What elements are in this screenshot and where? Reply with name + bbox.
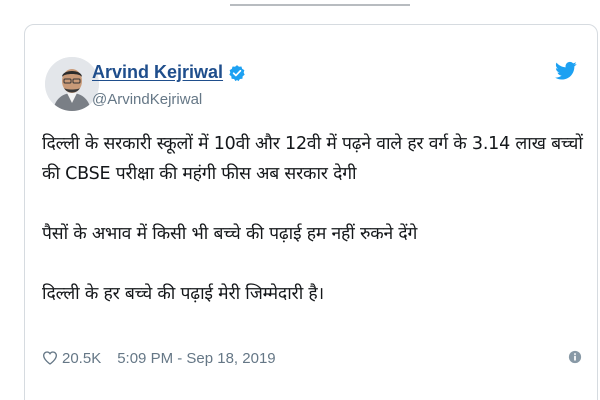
info-icon[interactable] bbox=[568, 350, 582, 364]
heart-icon[interactable] bbox=[42, 350, 58, 366]
page: Arvind Kejriwal @ArvindKejriwal दिल्ली क… bbox=[0, 0, 600, 400]
like-count[interactable]: 20.5K bbox=[62, 350, 101, 367]
author-row: Arvind Kejriwal bbox=[92, 62, 246, 83]
tweet-paragraph: पैसों के अभाव में किसी भी बच्चे की पढ़ाई… bbox=[42, 224, 418, 244]
twitter-bird-icon[interactable] bbox=[555, 61, 577, 81]
tweet-paragraph: दिल्ली के सरकारी स्कूलों में 10वी और 12व… bbox=[42, 134, 583, 184]
tweet-timestamp[interactable]: 5:09 PM - Sep 18, 2019 bbox=[117, 350, 275, 367]
verified-badge-icon bbox=[229, 64, 245, 81]
cropped-previous-content bbox=[0, 0, 600, 10]
tweet-card[interactable]: Arvind Kejriwal @ArvindKejriwal दिल्ली क… bbox=[24, 24, 598, 400]
avatar[interactable] bbox=[45, 57, 99, 111]
avatar-image bbox=[45, 57, 99, 111]
tweet-text: दिल्ली के सरकारी स्कूलों में 10वी और 12व… bbox=[42, 129, 587, 309]
tweet-footer: 20.5K 5:09 PM - Sep 18, 2019 bbox=[42, 347, 582, 369]
author-handle[interactable]: @ArvindKejriwal bbox=[92, 91, 202, 108]
author-name[interactable]: Arvind Kejriwal bbox=[92, 62, 223, 83]
tweet-paragraph: दिल्ली के हर बच्चे की पढ़ाई मेरी जिम्मेद… bbox=[42, 284, 324, 304]
